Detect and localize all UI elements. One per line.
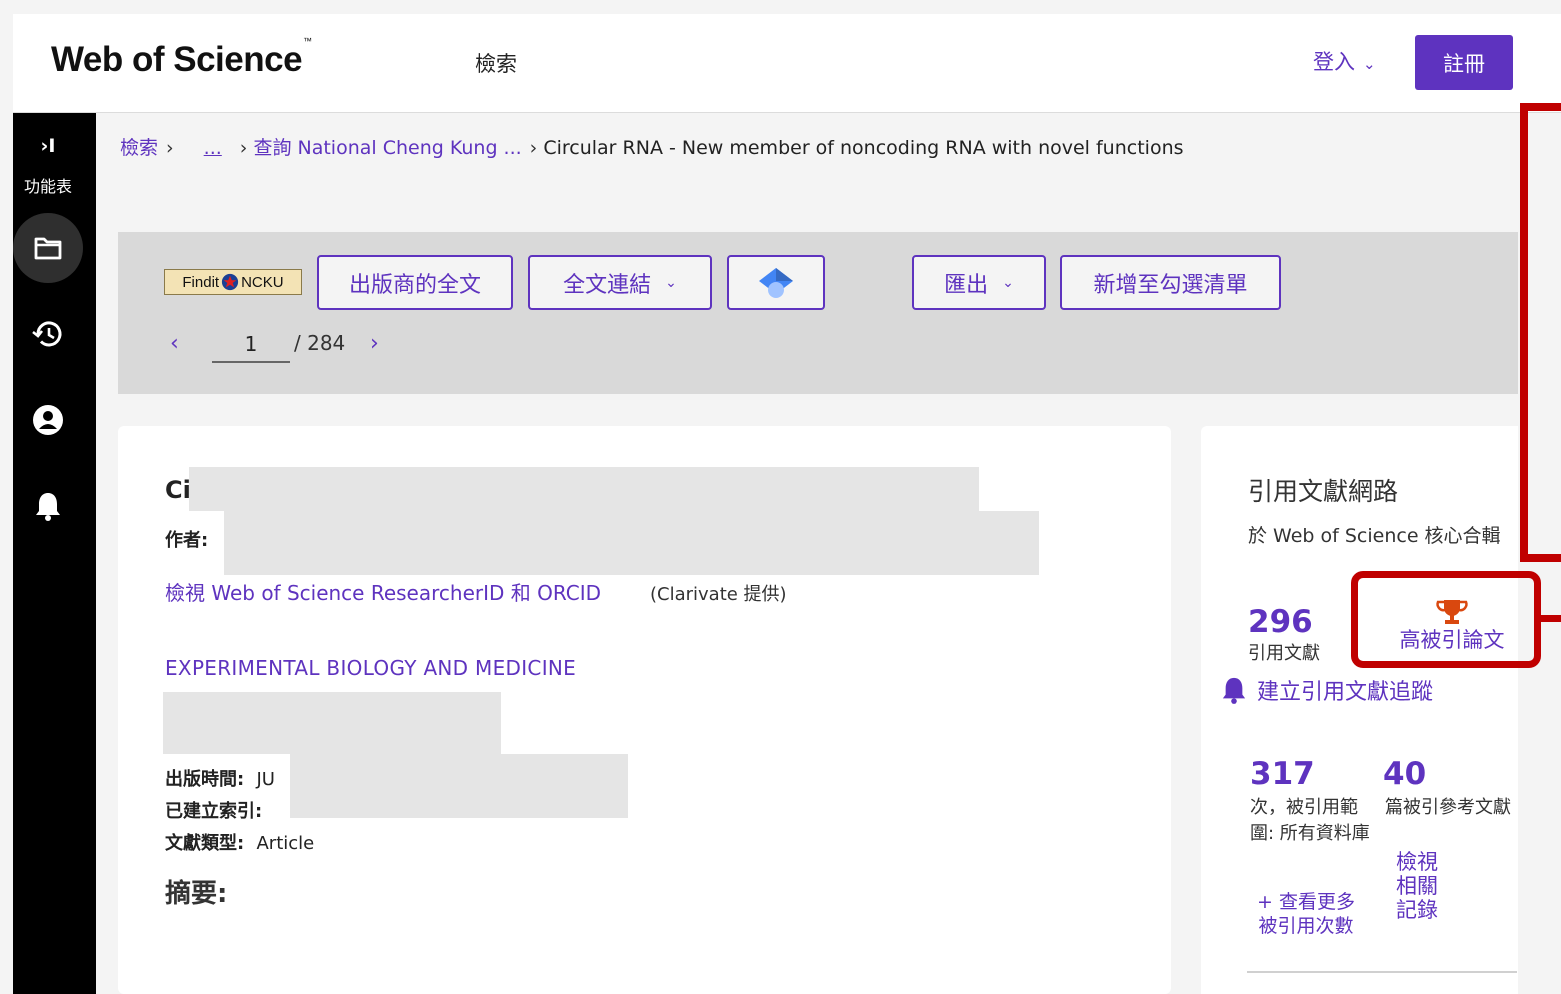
chevron-down-icon: ⌄ xyxy=(1002,274,1014,290)
publisher-fulltext-button[interactable]: 出版商的全文 xyxy=(317,255,513,310)
redacted-title xyxy=(189,467,979,511)
findit-star-icon xyxy=(221,273,239,291)
findit-ncku-button[interactable]: Findit NCKU xyxy=(164,269,302,295)
annotation-callout-box xyxy=(1520,103,1561,562)
login-label: 登入 xyxy=(1313,50,1355,74)
bell-icon xyxy=(1222,677,1246,704)
menu-label[interactable]: 功能表 xyxy=(13,173,83,197)
annotation-highlight-box xyxy=(1351,571,1541,668)
times-cited-all-label: 次，被引用範圍: 所有資料庫 xyxy=(1250,797,1370,844)
record-toolbar: Findit NCKU 出版商的全文 全文連結 ⌄ 匯出 ⌄ 新增至勾選清單 ‹ /… xyxy=(118,232,1518,394)
scholar-cap-icon xyxy=(759,267,793,298)
published-value: JU xyxy=(256,769,275,790)
published-field: 出版時間: JU xyxy=(165,765,275,791)
published-label: 出版時間: xyxy=(165,769,245,790)
authors-label: 作者: xyxy=(165,530,209,551)
chevron-down-icon: ⌄ xyxy=(1363,55,1376,73)
chevron-left-icon[interactable]: ‹ xyxy=(170,331,179,356)
add-to-marked-list-button[interactable]: 新增至勾選清單 xyxy=(1060,255,1281,310)
citation-network-title: 引用文獻網路 xyxy=(1248,477,1399,506)
times-cited-all-count[interactable]: 317 xyxy=(1250,756,1315,792)
breadcrumb-separator: › xyxy=(529,137,538,159)
nav-search-link[interactable]: 檢索 xyxy=(475,48,517,78)
breadcrumb: 檢索 › ... › 查詢 National Cheng Kung ... › Cir… xyxy=(120,133,1184,160)
citations-count[interactable]: 296 xyxy=(1248,604,1313,640)
cited-references-count[interactable]: 40 xyxy=(1383,756,1426,792)
chevron-right-icon[interactable]: › xyxy=(370,331,379,356)
article-title: Ci xyxy=(165,476,191,504)
google-scholar-button[interactable] xyxy=(727,255,825,310)
findit-label: Findit xyxy=(182,273,220,291)
breadcrumb-separator: › xyxy=(239,137,248,159)
register-button[interactable]: 註冊 xyxy=(1415,35,1513,90)
web-of-science-logo[interactable]: Web of Science™ xyxy=(51,36,312,80)
doc-type-label: 文獻類型: xyxy=(165,833,245,854)
researcherid-orcid-link[interactable]: 檢視 Web of Science ResearcherID 和 ORCID xyxy=(165,577,601,606)
fulltext-links-label: 全文連結 xyxy=(563,271,652,297)
chevron-down-icon: ⌄ xyxy=(665,274,677,290)
journal-link[interactable]: EXPERIMENTAL BIOLOGY AND MEDICINE xyxy=(165,656,576,680)
clarivate-provided-text: (Clarivate 提供) xyxy=(650,584,787,605)
create-alert-label: 建立引用文獻追蹤 xyxy=(1257,680,1434,705)
abstract-heading: 摘要: xyxy=(165,879,228,909)
page-number-input[interactable] xyxy=(212,327,290,363)
citations-label: 引用文獻 xyxy=(1248,643,1320,664)
breadcrumb-query[interactable]: 查詢 National Cheng Kung ... xyxy=(253,137,521,159)
left-sidebar: ›I 功能表 xyxy=(13,113,96,994)
breadcrumb-current: Circular RNA - New member of noncoding R… xyxy=(543,137,1184,159)
redacted-dates xyxy=(290,754,628,818)
breadcrumb-separator: › xyxy=(166,137,174,159)
fulltext-links-dropdown[interactable]: 全文連結 ⌄ xyxy=(528,255,712,310)
doc-type-value: Article xyxy=(256,833,315,854)
citation-network-panel: 引用文獻網路 於 Web of Science 核心合輯 296 引用文獻 高被… xyxy=(1201,426,1518,994)
see-more-times-cited-link[interactable]: + 查看更多被引用次數 xyxy=(1250,890,1362,938)
breadcrumb-ellipsis[interactable]: ... xyxy=(204,137,222,159)
export-dropdown[interactable]: 匯出 ⌄ xyxy=(912,255,1046,310)
annotation-connector xyxy=(1538,615,1561,622)
expand-menu-icon[interactable]: ›I xyxy=(13,135,83,157)
page-total: / 284 xyxy=(294,331,346,355)
account-icon[interactable] xyxy=(13,385,83,455)
folder-icon[interactable] xyxy=(13,213,83,283)
top-header: Web of Science™ 檢索 登入 ⌄ 註冊 xyxy=(13,14,1561,113)
redacted-volume-info xyxy=(163,692,501,754)
divider xyxy=(1247,971,1517,973)
view-related-records-link[interactable]: 檢視相關記錄 xyxy=(1391,850,1443,922)
indexed-label: 已建立索引: xyxy=(165,801,263,822)
create-citation-alert-link[interactable]: 建立引用文獻追蹤 xyxy=(1221,674,1433,706)
bell-icon[interactable] xyxy=(13,471,83,541)
citation-network-subtitle: 於 Web of Science 核心合輯 xyxy=(1248,525,1501,547)
export-label: 匯出 xyxy=(944,271,989,297)
redacted-authors xyxy=(224,511,1039,575)
ncku-label: NCKU xyxy=(241,273,284,291)
record-card: Ci 作者: 檢視 Web of Science ResearcherID 和 … xyxy=(118,426,1171,994)
login-dropdown[interactable]: 登入 ⌄ xyxy=(1313,46,1376,76)
history-icon[interactable] xyxy=(13,299,83,369)
doc-type-field: 文獻類型: Article xyxy=(165,829,314,855)
cited-references-label: 篇被引參考文獻 xyxy=(1385,797,1511,818)
breadcrumb-search[interactable]: 檢索 xyxy=(120,137,158,159)
